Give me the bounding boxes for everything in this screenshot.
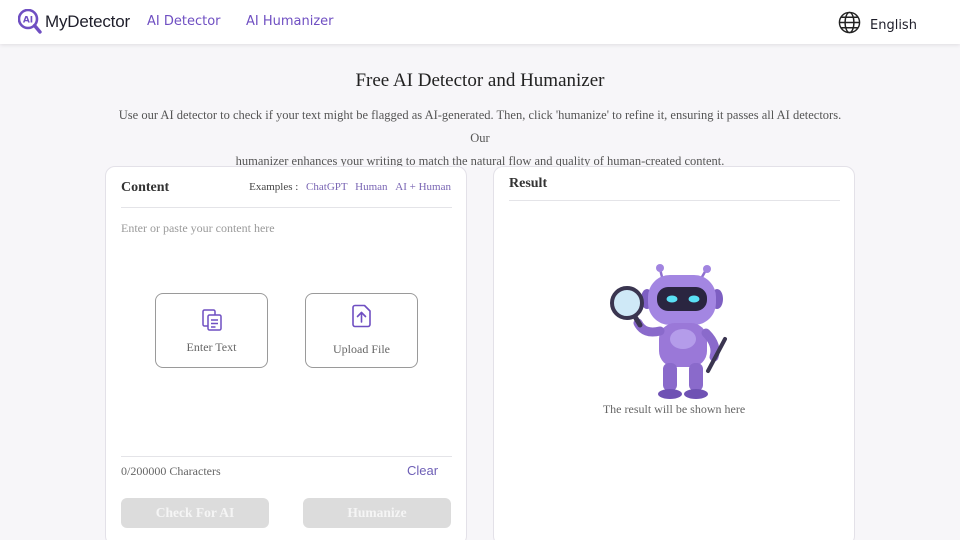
page-description: Use our AI detector to check if your tex…	[110, 104, 850, 173]
upload-file-label: Upload File	[333, 342, 390, 356]
globe-icon	[838, 11, 861, 39]
content-panel-title: Content	[121, 180, 170, 195]
example-human[interactable]: Human	[355, 181, 387, 193]
content-footer-divider	[121, 456, 452, 457]
brand-logo[interactable]: AI MyDetector	[17, 8, 130, 35]
example-ai-human[interactable]: AI + Human	[395, 181, 451, 193]
character-count: 0/200000 Characters	[121, 464, 221, 478]
nav-ai-detector[interactable]: AI Detector	[147, 14, 221, 29]
check-for-ai-button[interactable]: Check For AI	[121, 498, 269, 528]
examples-bar: Examples : ChatGPT Human AI + Human	[249, 181, 451, 193]
file-upload-icon	[349, 303, 375, 329]
brand-name: MyDetector	[45, 12, 130, 31]
page-title: Free AI Detector and Humanizer	[355, 70, 605, 91]
result-empty-message: The result will be shown here	[602, 402, 746, 416]
svg-text:AI: AI	[23, 16, 33, 26]
language-label: English	[870, 17, 917, 33]
content-input[interactable]: Enter or paste your content here	[121, 221, 275, 236]
examples-label: Examples :	[249, 181, 299, 193]
enter-text-label: Enter Text	[186, 340, 237, 354]
upload-file-button[interactable]: Upload File	[305, 293, 418, 368]
content-panel: Content Examples : ChatGPT Human AI + Hu…	[105, 166, 467, 540]
humanize-button[interactable]: Humanize	[303, 498, 451, 528]
clear-button[interactable]: Clear	[407, 463, 438, 478]
example-chatgpt[interactable]: ChatGPT	[306, 181, 347, 193]
magnifier-ai-logo-icon: AI	[17, 8, 42, 35]
result-header-divider	[509, 200, 840, 201]
result-panel: Result The result will be shown here	[493, 166, 855, 540]
clipboard-icon	[199, 307, 225, 333]
description-line-1: Use our AI detector to check if your tex…	[118, 108, 842, 145]
nav-ai-humanizer[interactable]: AI Humanizer	[246, 14, 334, 29]
enter-text-button[interactable]: Enter Text	[155, 293, 268, 368]
language-selector[interactable]: English	[838, 11, 917, 39]
content-header-divider	[121, 207, 452, 208]
result-panel-title: Result	[509, 176, 548, 191]
top-nav-bar: AI MyDetector AI Detector AI Humanizer E…	[0, 0, 960, 44]
robot-with-magnifier-icon	[610, 263, 732, 401]
